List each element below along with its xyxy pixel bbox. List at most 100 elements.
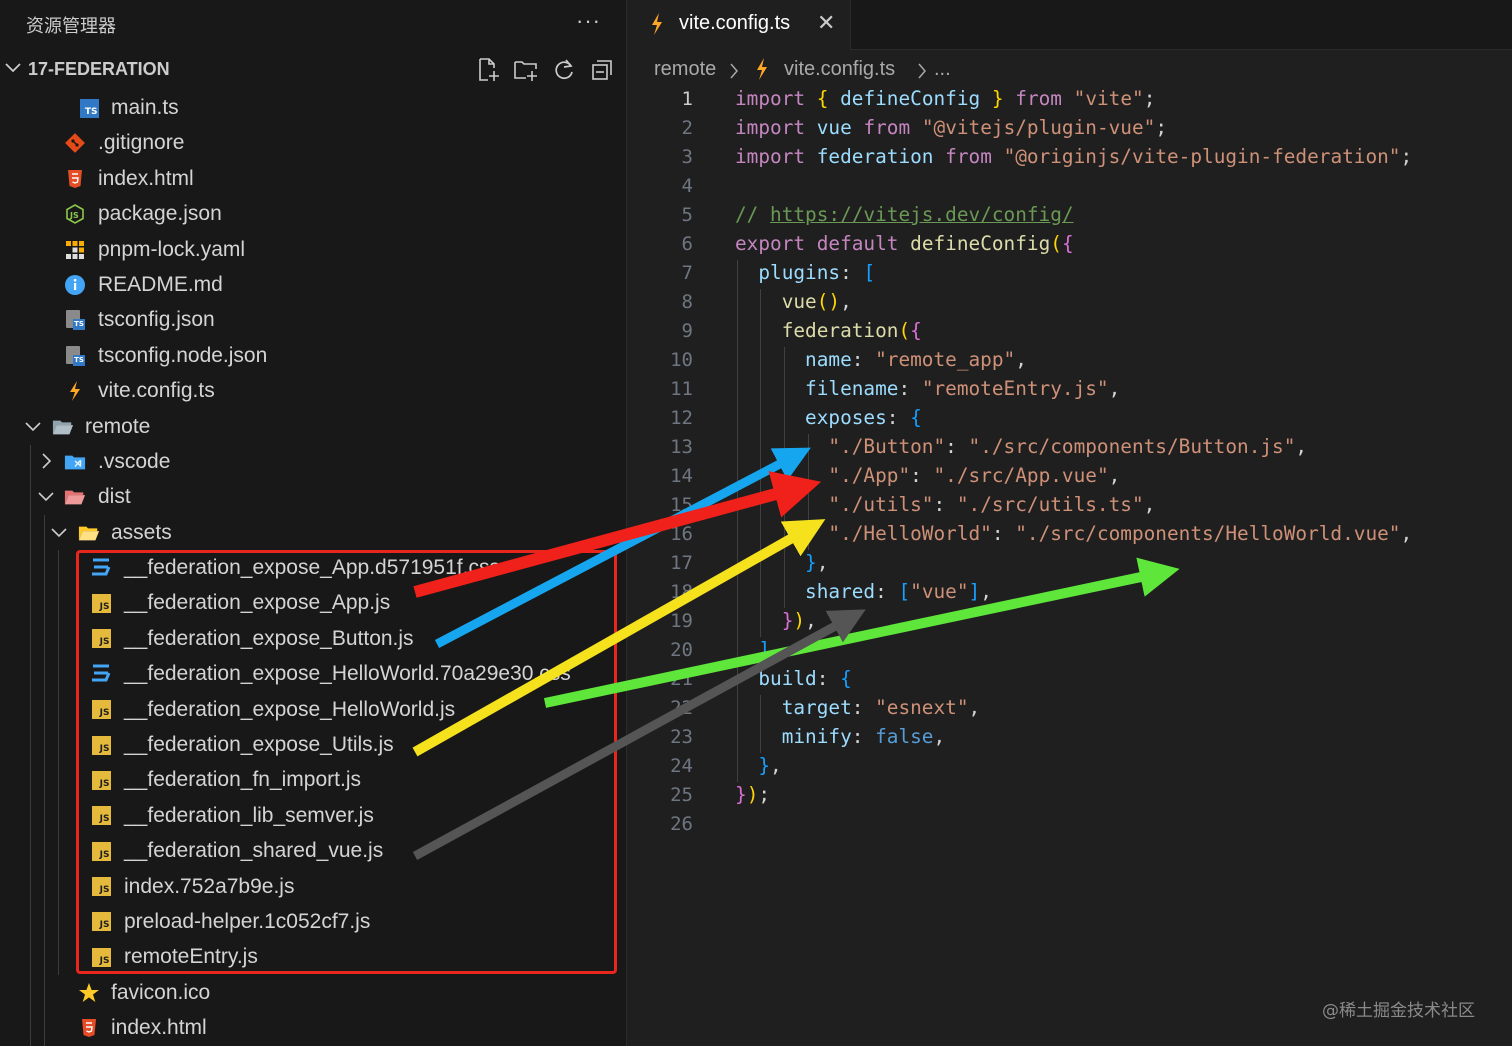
code-line: 11 filename: "remoteEntry.js", (627, 376, 1512, 405)
tab-label: vite.config.ts (679, 12, 791, 34)
tree-item[interactable]: JS __federation_expose_Button.js (0, 621, 626, 656)
code-text: minify: false, (781, 725, 946, 748)
js-icon: JS (90, 805, 112, 827)
line-number: 15 (670, 494, 693, 516)
tree-item[interactable]: .gitignore (0, 125, 626, 160)
tree-item-label: .gitignore (98, 131, 185, 155)
line-number: 14 (670, 465, 693, 487)
code-line: 15 "./utils": "./src/utils.ts", (627, 492, 1512, 521)
code-line: 12 exposes: { (627, 405, 1512, 434)
vite-icon (64, 380, 86, 402)
breadcrumb-file[interactable]: vite.config.ts (784, 58, 895, 81)
code-text: }); (735, 783, 771, 806)
tree-item[interactable]: index.html (0, 161, 626, 196)
explorer-title: 资源管理器 (26, 16, 116, 37)
code-text: import { defineConfig } from "vite"; (735, 87, 1156, 110)
tree-item[interactable]: __federation_expose_HelloWorld.70a29e30.… (0, 656, 626, 691)
tab-vite-config[interactable]: vite.config.ts ✕ (627, 0, 851, 50)
chevron-down-icon (5, 63, 21, 73)
tree-item[interactable]: pnpm-lock.yaml (0, 232, 626, 267)
new-folder-icon[interactable] (512, 56, 540, 84)
code-text: import vue from "@vitejs/plugin-vue"; (735, 116, 1168, 139)
code-line: 8 vue(), (627, 289, 1512, 318)
tree-item[interactable]: JS package.json (0, 196, 626, 231)
code-line: 13 "./Button": "./src/components/Button.… (627, 434, 1512, 463)
tree-item[interactable]: JS __federation_lib_semver.js (0, 798, 626, 833)
html-icon (64, 168, 86, 190)
js-icon: JS (90, 840, 112, 862)
tree-item-label: tsconfig.node.json (98, 343, 268, 367)
svg-text:JS: JS (69, 211, 79, 220)
tree-item-label: index.752a7b9e.js (124, 874, 295, 898)
line-number: 13 (670, 436, 693, 458)
close-icon[interactable]: ✕ (817, 10, 835, 36)
code-line: 21 build: { (627, 666, 1512, 695)
new-file-icon[interactable] (474, 56, 502, 84)
collapse-all-icon[interactable] (589, 56, 617, 84)
dist-folder-icon (64, 486, 86, 508)
refresh-icon[interactable] (550, 56, 578, 84)
code-text: federation({ (781, 319, 922, 342)
tree-folder[interactable]: dist (0, 479, 626, 514)
tree-item-label: main.ts (111, 96, 179, 119)
chevron-down-icon (51, 528, 67, 537)
code-line: 17 }, (627, 550, 1512, 579)
code-text: exposes: { (805, 406, 922, 429)
line-number: 9 (681, 320, 693, 342)
tree-item-label: __federation_fn_import.js (124, 768, 361, 792)
pnpm-icon (64, 239, 86, 261)
line-number: 1 (681, 88, 693, 110)
tree-item[interactable]: JS __federation_expose_App.js (0, 585, 626, 620)
tree-item[interactable]: index.html (0, 1010, 626, 1045)
explorer-sidebar: 资源管理器 ··· 17-FEDERATION TS main.ts .giti… (0, 0, 626, 1046)
tab-bar: vite.config.ts ✕ (627, 0, 1512, 50)
tree-item[interactable]: TS main.ts (0, 90, 626, 125)
tree-item[interactable]: README.md (0, 267, 626, 302)
code-text: "./App": "./src/App.vue", (828, 464, 1121, 487)
line-number: 21 (670, 668, 693, 690)
tree-item[interactable]: __federation_expose_App.d571951f.css (0, 550, 626, 585)
line-number: 23 (670, 726, 693, 748)
code-text: import federation from "@originjs/vite-p… (735, 145, 1413, 168)
tree-item-label: package.json (98, 202, 222, 226)
code-area[interactable]: 1 import { defineConfig } from "vite"; 2 i… (627, 86, 1512, 840)
code-text: ], (758, 638, 782, 661)
code-text: "./Button": "./src/components/Button.js"… (828, 435, 1308, 458)
tree-item[interactable]: JS remoteEntry.js (0, 939, 626, 974)
breadcrumb-folder[interactable]: remote (654, 58, 716, 81)
line-number: 25 (670, 784, 693, 806)
tree-item[interactable]: favicon.ico (0, 975, 626, 1010)
watermark: @稀土掘金技术社区 (1322, 1001, 1475, 1021)
code-text: target: "esnext", (781, 696, 981, 719)
code-line: 26 (627, 811, 1512, 840)
tree-item[interactable]: JS __federation_expose_HelloWorld.js (0, 692, 626, 727)
info-icon (64, 274, 86, 296)
code-text: }, (805, 551, 829, 574)
more-actions-icon[interactable]: ··· (576, 8, 601, 34)
tree-item-label: remote (85, 414, 151, 438)
project-header[interactable]: 17-FEDERATION (0, 52, 626, 86)
nodejs-icon: JS (64, 203, 86, 225)
tree-item[interactable]: vite.config.ts (0, 373, 626, 408)
tree-folder[interactable]: assets (0, 515, 626, 550)
comment-link[interactable]: https://vitejs.dev/config/ (770, 203, 1074, 226)
code-line: 4 (627, 173, 1512, 202)
tree-item[interactable]: JS __federation_fn_import.js (0, 762, 626, 797)
tree-folder[interactable]: remote (0, 409, 626, 444)
js-icon: JS (90, 769, 112, 791)
breadcrumb-more[interactable]: ... (934, 58, 951, 81)
tree-item[interactable]: TS tsconfig.node.json (0, 338, 626, 373)
code-text: "./utils": "./src/utils.ts", (828, 493, 1156, 516)
tree-item[interactable]: JS index.752a7b9e.js (0, 869, 626, 904)
code-text: plugins: [ (758, 261, 876, 284)
tree-item[interactable]: JS preload-helper.1c052cf7.js (0, 904, 626, 939)
tree-folder[interactable]: .vscode (0, 444, 626, 479)
js-icon: JS (90, 734, 112, 756)
js-icon: JS (90, 628, 112, 650)
code-text: "./HelloWorld": "./src/components/HelloW… (828, 522, 1413, 545)
tree-item[interactable]: TS tsconfig.json (0, 302, 626, 337)
code-line: 18 shared: ["vue"], (627, 579, 1512, 608)
breadcrumb: remote vite.config.ts ... (627, 52, 1512, 88)
tree-item[interactable]: JS __federation_expose_Utils.js (0, 727, 626, 762)
tree-item[interactable]: JS __federation_shared_vue.js (0, 833, 626, 868)
